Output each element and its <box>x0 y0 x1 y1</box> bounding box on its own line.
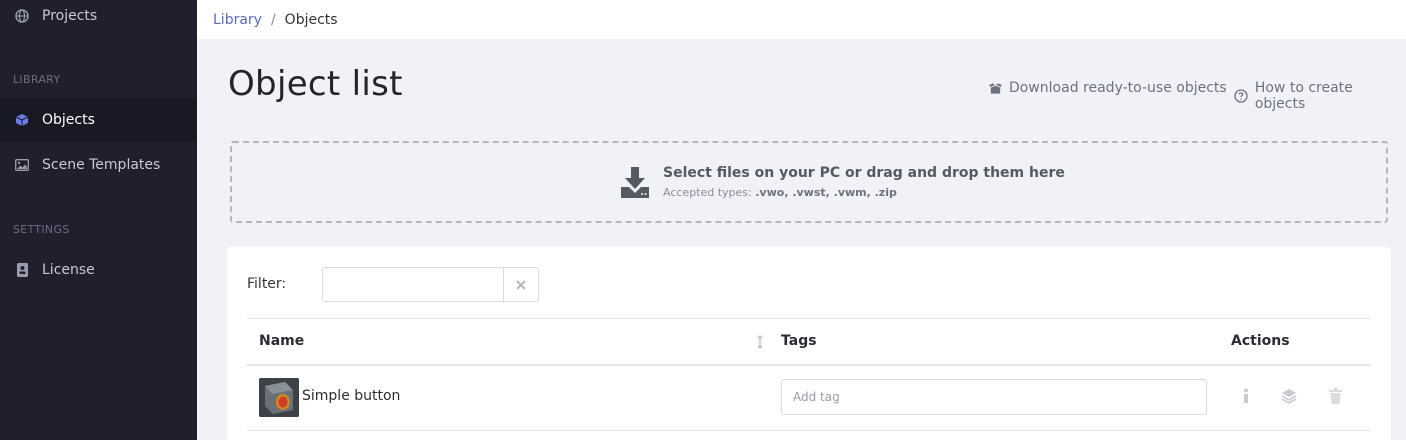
divider <box>247 364 1371 366</box>
image-icon <box>15 158 29 172</box>
how-to-create-link[interactable]: How to create objects <box>1234 80 1406 112</box>
sidebar-item-label: License <box>42 262 95 278</box>
how-to-create-label: How to create objects <box>1254 80 1353 112</box>
sidebar-item-projects[interactable]: Projects <box>0 0 197 38</box>
close-icon <box>516 275 526 294</box>
divider <box>247 318 1371 319</box>
add-tag-input[interactable] <box>781 379 1207 415</box>
object-name: Simple button <box>302 388 401 404</box>
accepted-types-value: .vwo, .vwst, .vwm, .zip <box>755 186 897 199</box>
breadcrumb: Library / Objects <box>197 0 1406 39</box>
column-header-tags: Tags <box>781 333 817 349</box>
question-circle-icon <box>1234 89 1249 104</box>
object-thumbnail <box>259 378 299 417</box>
download-objects-label: Download ready-to-use objects <box>1009 80 1227 96</box>
dropzone-instructions: Select files on your PC or drag and drop… <box>663 165 1065 181</box>
filter-clear-button[interactable] <box>503 267 539 302</box>
accepted-types-label: Accepted types: <box>663 186 752 199</box>
download-icon <box>620 167 650 199</box>
column-header-name[interactable]: Name <box>259 333 304 349</box>
breadcrumb-current: Objects <box>284 11 338 28</box>
sidebar-item-objects[interactable]: Objects <box>0 98 197 142</box>
info-icon[interactable] <box>1237 387 1255 405</box>
breadcrumb-link-library[interactable]: Library <box>213 12 262 28</box>
sort-icon[interactable] <box>755 334 765 350</box>
box-open-icon <box>988 81 1003 96</box>
file-dropzone[interactable]: Select files on your PC or drag and drop… <box>230 141 1388 223</box>
dropzone-accepted-types: Accepted types: .vwo, .vwst, .vwm, .zip <box>663 186 897 199</box>
sidebar-item-label: Objects <box>42 112 95 128</box>
sidebar-section-settings: SETTINGS <box>13 223 70 236</box>
object-list-card: Filter: Name Tags Actions Simple button <box>227 247 1391 440</box>
layers-icon[interactable] <box>1280 387 1298 405</box>
sidebar-item-license[interactable]: License <box>0 248 197 292</box>
download-objects-link[interactable]: Download ready-to-use objects <box>988 80 1227 96</box>
sidebar-item-scene-templates[interactable]: Scene Templates <box>0 143 197 187</box>
filter-input[interactable] <box>322 267 504 302</box>
page-title: Object list <box>228 64 403 104</box>
globe-icon <box>15 9 29 23</box>
cube-icon <box>15 113 29 127</box>
breadcrumb-separator: / <box>270 11 276 28</box>
filter-label: Filter: <box>247 276 287 292</box>
trash-icon[interactable] <box>1326 387 1344 405</box>
id-card-icon <box>15 263 29 277</box>
sidebar: Projects LIBRARY Objects Scene Templates… <box>0 0 197 440</box>
column-header-actions: Actions <box>1231 333 1290 349</box>
divider <box>247 430 1371 431</box>
sidebar-item-label: Scene Templates <box>42 157 161 173</box>
sidebar-section-library: LIBRARY <box>13 73 61 86</box>
sidebar-item-label: Projects <box>42 8 98 24</box>
